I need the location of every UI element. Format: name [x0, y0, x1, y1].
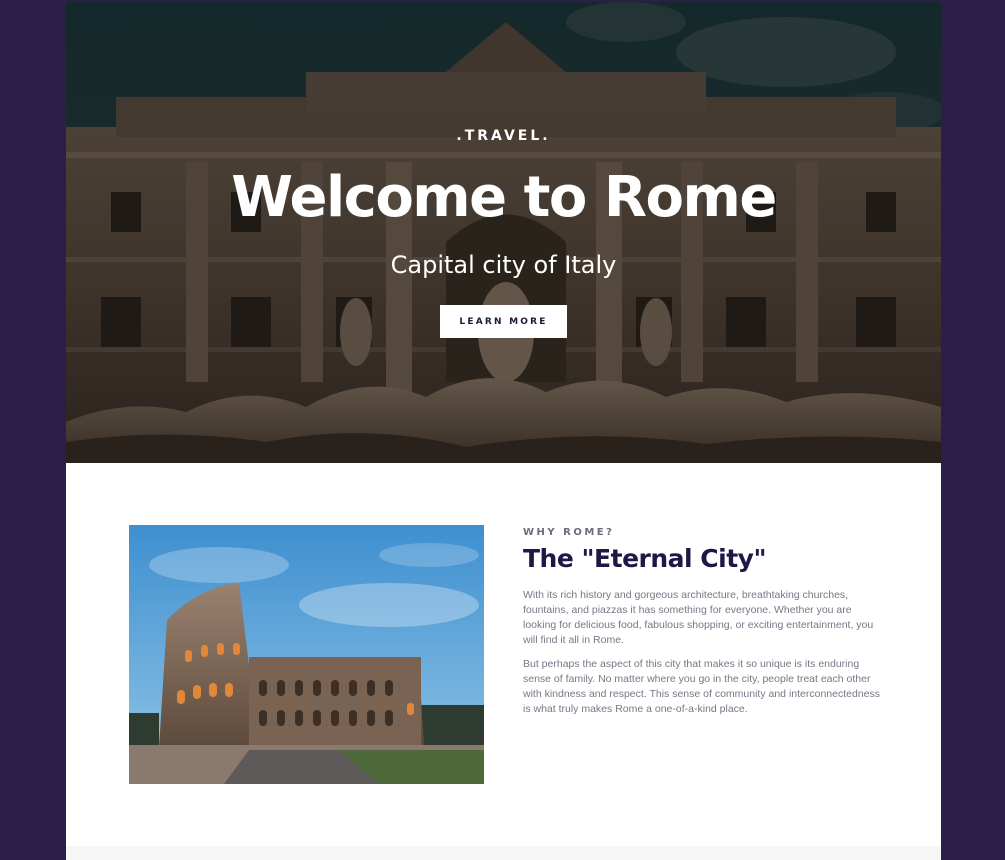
page-container: .TRAVEL. Welcome to Rome Capital city of…: [66, 2, 941, 860]
about-paragraph: With its rich history and gorgeous archi…: [523, 589, 874, 646]
section-kicker: WHY ROME?: [523, 527, 615, 538]
about-paragraph: But perhaps the aspect of this city that…: [523, 658, 880, 715]
next-section-edge: [66, 846, 941, 860]
section-heading: The "Eternal City": [523, 544, 766, 573]
hero-eyebrow: .TRAVEL.: [456, 128, 551, 144]
hero-content: .TRAVEL. Welcome to Rome Capital city of…: [66, 2, 941, 463]
hero-subtitle: Capital city of Italy: [390, 251, 617, 279]
about-text-block: WHY ROME? The "Eternal City" With its ri…: [523, 526, 883, 717]
learn-more-button[interactable]: LEARN MORE: [440, 305, 567, 338]
hero-section: .TRAVEL. Welcome to Rome Capital city of…: [66, 2, 941, 463]
hero-title: Welcome to Rome: [231, 165, 777, 230]
colosseum-image: [129, 525, 484, 784]
